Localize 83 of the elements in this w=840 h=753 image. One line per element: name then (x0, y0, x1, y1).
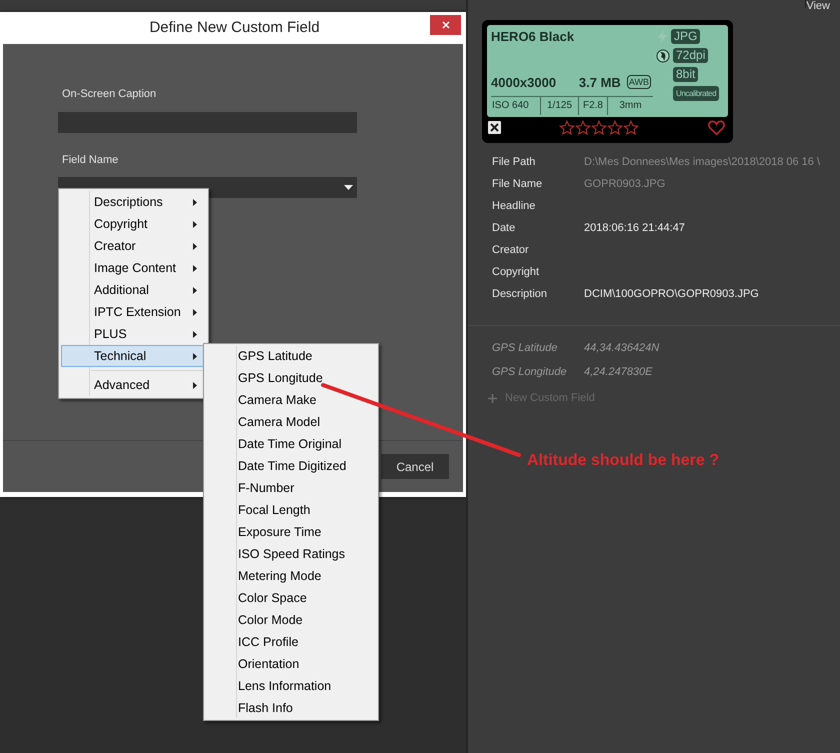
metadata-value: DCIM\100GOPRO\GOPR0903.JPG (584, 286, 759, 302)
info-badge: JPG (671, 29, 700, 44)
submenu-arrow-icon (193, 198, 197, 206)
submenu-arrow-icon (193, 352, 197, 360)
menu-item[interactable]: Orientation (204, 653, 378, 675)
menu-item[interactable]: Focal Length (204, 499, 378, 521)
submenu-arrow-icon (193, 330, 197, 338)
menu-item[interactable]: ICC Profile (204, 631, 378, 653)
menu-item[interactable]: Flash Info (204, 697, 378, 719)
submenu-arrow-icon (193, 264, 197, 272)
metadata-label: Creator (492, 242, 530, 258)
menu-item[interactable]: Lens Information (204, 675, 378, 697)
focal-length-value: 3mm (618, 98, 643, 112)
window-title: Define New Custom Field (149, 18, 320, 38)
metadata-label: Date (492, 220, 516, 236)
view-menu[interactable]: View (806, 0, 830, 13)
menu-item[interactable]: ISO Speed Ratings (204, 543, 378, 565)
menu-item[interactable]: Exposure Time (204, 521, 378, 543)
menu-item[interactable]: Camera Model (204, 411, 378, 433)
heart-icon[interactable] (708, 120, 725, 135)
custom-field-label: GPS Longitude (492, 364, 568, 380)
metadata-label: Headline (492, 198, 536, 214)
menu-item[interactable]: GPS Latitude (204, 345, 378, 367)
custom-field-value: 44,34.436424N (584, 340, 660, 356)
globe-icon (656, 48, 670, 62)
file-size: 3.7 MB (578, 74, 621, 92)
metadata-label: File Path (492, 154, 536, 170)
custom-field-value: 4,24.247830E (584, 364, 653, 380)
metadata-label: Copyright (492, 264, 540, 280)
menu-item[interactable]: Date Time Original (204, 433, 378, 455)
caption-input[interactable] (58, 112, 357, 132)
menu-item[interactable]: Creator (61, 235, 206, 257)
menu-item[interactable]: Additional (61, 279, 206, 301)
star-icon[interactable] (607, 120, 623, 136)
iso-value: ISO 640 (491, 96, 541, 114)
menu-item[interactable]: Metering Mode (204, 565, 378, 587)
star-rating[interactable] (559, 120, 639, 136)
menu-item[interactable]: IPTC Extension (61, 301, 206, 323)
image-dimensions: 4000x3000 (491, 74, 556, 92)
submenu-arrow-icon (193, 220, 197, 228)
awb-mode-label: AWB (626, 75, 651, 90)
menu-item[interactable]: GPS Longitude (204, 367, 378, 389)
star-icon[interactable] (591, 120, 607, 136)
menu-item[interactable]: Advanced (61, 374, 206, 396)
info-badge: 72dpi (673, 48, 708, 63)
custom-field-label: GPS Latitude (492, 340, 558, 356)
menu-item[interactable]: Copyright (61, 213, 206, 235)
info-badge: Uncalibrated (673, 86, 720, 101)
plus-icon (488, 394, 497, 402)
metadata-value: 2018:06:16 21:44:47 (584, 220, 685, 236)
submenu-arrow-icon (193, 382, 197, 388)
star-icon[interactable] (559, 120, 575, 136)
menu-item[interactable]: Color Mode (204, 609, 378, 631)
aperture-value: F2.8 (579, 96, 608, 114)
field-label: On-Screen Caption (62, 87, 158, 102)
star-icon[interactable] (575, 120, 591, 136)
metadata-label: File Name (492, 176, 544, 192)
info-badge: 8bit (673, 67, 698, 82)
menu-item[interactable]: Camera Make (204, 389, 378, 411)
annotation-text: Altitude should be here ? (527, 451, 720, 471)
submenu-arrow-icon (193, 242, 197, 250)
field-label: Field Name (62, 152, 120, 168)
menu-item[interactable]: Technical (61, 345, 206, 367)
reject-icon[interactable] (488, 121, 501, 134)
submenu-arrow-icon (193, 308, 197, 316)
camera-model: HERO6 Black (491, 29, 576, 45)
metadata-value: D:\Mes Donnees\Mes images\2018\2018 06 16 \ (584, 154, 820, 170)
flash-icon (656, 30, 668, 44)
close-icon (442, 21, 450, 29)
caret-icon (344, 185, 353, 190)
shutter-value: 1/125 (541, 96, 579, 114)
metadata-label: Description (492, 286, 548, 302)
star-icon[interactable] (623, 120, 639, 136)
submenu-arrow-icon (193, 286, 197, 294)
metadata-value: GOPR0903.JPG (584, 176, 666, 192)
menu-item[interactable]: PLUS (61, 323, 206, 345)
menu-item[interactable]: Image Content (61, 257, 206, 279)
cancel-button[interactable]: Cancel (381, 454, 449, 479)
menu-item[interactable]: Descriptions (61, 191, 206, 213)
menu-item[interactable]: F-Number (204, 477, 378, 499)
menu-item[interactable]: Date Time Digitized (204, 455, 378, 477)
menu-item[interactable]: Color Space (204, 587, 378, 609)
close-button[interactable] (430, 15, 461, 35)
